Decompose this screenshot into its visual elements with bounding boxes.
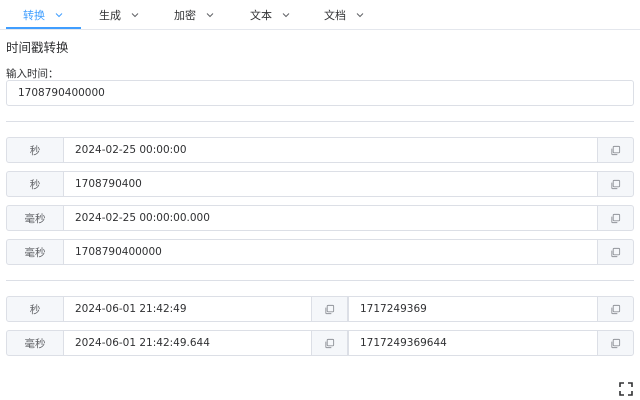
copy-icon: [325, 304, 335, 314]
copy-button[interactable]: [597, 296, 634, 322]
current-datetime-value: 2024-06-01 21:42:49: [75, 303, 187, 315]
unit-label: 毫秒: [6, 330, 64, 356]
divider: [6, 280, 634, 281]
copy-button[interactable]: [311, 296, 348, 322]
copy-icon: [611, 304, 621, 314]
input-time-value: 1708790400000: [18, 87, 105, 99]
unit-label-text: 秒: [29, 303, 41, 316]
current-timestamp-milliseconds-field[interactable]: 1717249369644: [348, 330, 598, 356]
chevron-down-icon: [281, 10, 291, 20]
result-value: 1708790400: [75, 178, 142, 190]
chevron-down-icon: [54, 10, 64, 20]
copy-icon: [611, 338, 621, 348]
unit-label: 秒: [6, 296, 64, 322]
tab-text[interactable]: 文本: [233, 0, 308, 30]
fullscreen-button[interactable]: [619, 381, 633, 396]
chevron-down-icon: [205, 10, 215, 20]
page-title: 时间戳转换: [6, 40, 69, 55]
current-datetime-value: 2024-06-01 21:42:49.644: [75, 337, 210, 349]
input-time-label: 输入时间：: [6, 68, 59, 80]
chevron-down-icon: [130, 10, 140, 20]
result-value: 2024-02-25 00:00:00.000: [75, 212, 210, 224]
result-timestamp-milliseconds-field[interactable]: 1708790400000: [63, 239, 598, 265]
current-datetime-milliseconds-field[interactable]: 2024-06-01 21:42:49.644: [63, 330, 312, 356]
chevron-down-icon: [355, 10, 365, 20]
current-timestamp-value: 1717249369644: [360, 337, 447, 349]
copy-icon: [611, 247, 621, 257]
top-tab-bar: 转换 生成 加密 文本 文档: [0, 0, 640, 30]
copy-icon: [611, 145, 621, 155]
result-timestamp-seconds-field[interactable]: 1708790400: [63, 171, 598, 197]
input-time-field[interactable]: 1708790400000: [6, 80, 634, 106]
result-datetime-seconds-field[interactable]: 2024-02-25 00:00:00: [63, 137, 598, 163]
tab-convert[interactable]: 转换: [6, 0, 81, 30]
copy-button[interactable]: [597, 239, 634, 265]
tab-document[interactable]: 文档: [307, 0, 382, 30]
copy-icon: [611, 179, 621, 189]
unit-label: 秒: [6, 171, 64, 197]
unit-label-text: 毫秒: [24, 337, 46, 350]
tab-generate-label: 生成: [99, 9, 121, 22]
unit-label-text: 毫秒: [24, 246, 46, 259]
fullscreen-icon: [619, 382, 633, 396]
unit-label-text: 毫秒: [24, 212, 46, 225]
active-tab-indicator: [6, 27, 81, 29]
divider: [6, 121, 634, 122]
unit-label-text: 秒: [29, 144, 41, 157]
copy-icon: [611, 213, 621, 223]
result-value: 1708790400000: [75, 246, 162, 258]
current-timestamp-seconds-field[interactable]: 1717249369: [348, 296, 598, 322]
copy-icon: [325, 338, 335, 348]
unit-label: 毫秒: [6, 205, 64, 231]
result-value: 2024-02-25 00:00:00: [75, 144, 187, 156]
current-timestamp-value: 1717249369: [360, 303, 427, 315]
copy-button[interactable]: [597, 137, 634, 163]
unit-label-text: 秒: [29, 178, 41, 191]
copy-button[interactable]: [311, 330, 348, 356]
copy-button[interactable]: [597, 171, 634, 197]
copy-button[interactable]: [597, 205, 634, 231]
result-datetime-milliseconds-field[interactable]: 2024-02-25 00:00:00.000: [63, 205, 598, 231]
copy-button[interactable]: [597, 330, 634, 356]
tab-encrypt-label: 加密: [174, 9, 196, 22]
current-datetime-seconds-field[interactable]: 2024-06-01 21:42:49: [63, 296, 312, 322]
unit-label: 秒: [6, 137, 64, 163]
tab-text-label: 文本: [250, 9, 272, 22]
tab-document-label: 文档: [324, 9, 346, 22]
tab-generate[interactable]: 生成: [82, 0, 157, 30]
tab-encrypt[interactable]: 加密: [157, 0, 232, 30]
tab-convert-label: 转换: [23, 9, 45, 22]
unit-label: 毫秒: [6, 239, 64, 265]
